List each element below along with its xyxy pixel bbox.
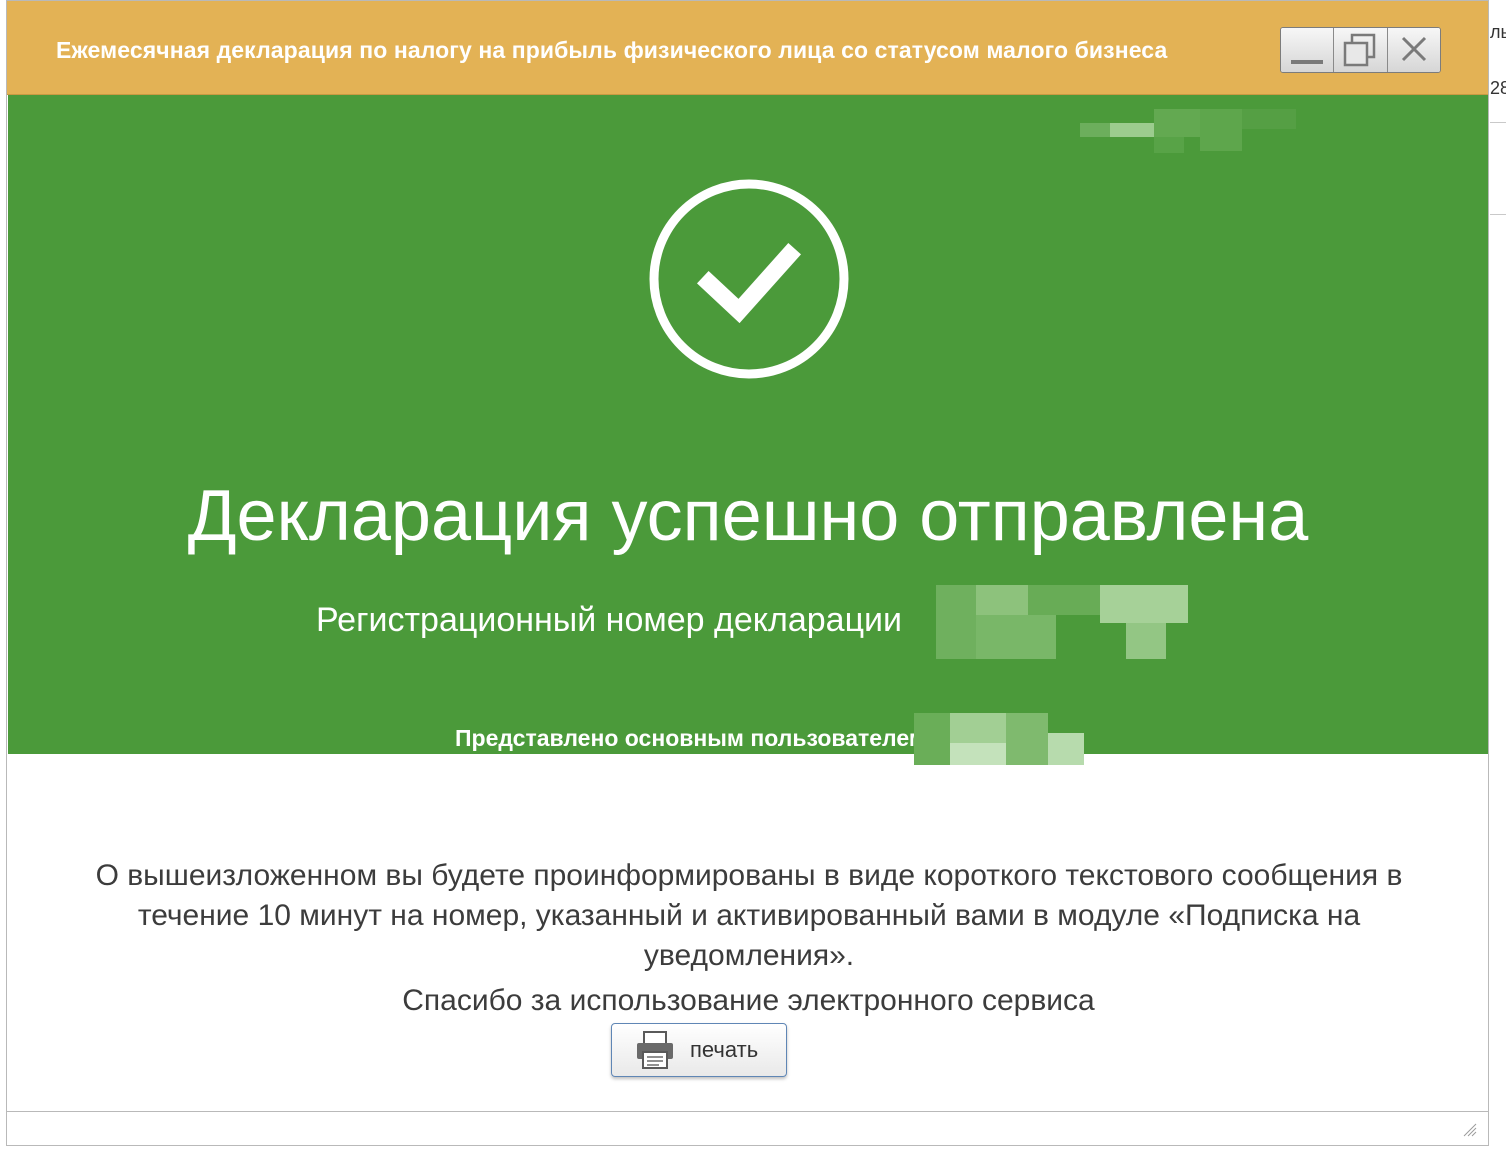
maximize-button[interactable] <box>1334 28 1388 72</box>
thanks-message: Спасибо за использование электронного се… <box>402 984 1095 1017</box>
success-panel: Декларация успешно отправлена Регистраци… <box>8 95 1488 765</box>
dialog-footer-divider <box>7 1111 1488 1112</box>
background-text-fragment: 28 <box>1490 78 1506 98</box>
close-icon <box>1401 36 1426 62</box>
redacted-area <box>1080 109 1296 169</box>
declaration-dialog: Ежемесячная декларация по налогу на приб… <box>6 0 1489 1146</box>
window-controls <box>1280 27 1441 73</box>
submitted-by-label: Представлено основным пользователем: <box>455 725 934 751</box>
success-heading: Декларация успешно отправлена <box>187 476 1309 556</box>
close-button[interactable] <box>1387 28 1440 72</box>
notification-message: О вышеизложенном вы будете проинформиров… <box>95 859 1403 972</box>
submitted-by-redacted <box>914 713 1084 765</box>
minimize-button[interactable] <box>1281 28 1335 72</box>
background-divider <box>1490 122 1506 123</box>
minimize-icon <box>1291 60 1324 64</box>
print-button-label: печать <box>690 1037 759 1062</box>
background-text-fragment: ль <box>1490 22 1506 42</box>
printer-icon <box>637 1031 673 1069</box>
registration-number-redacted <box>936 585 1188 659</box>
check-circle-icon <box>649 179 849 379</box>
maximize-icon <box>1344 33 1376 67</box>
dialog-titlebar[interactable]: Ежемесячная декларация по налогу на приб… <box>7 1 1488 95</box>
print-button[interactable]: печать <box>611 1023 787 1077</box>
resize-grip-icon[interactable] <box>1461 1121 1477 1137</box>
background-divider <box>1490 214 1506 215</box>
registration-number-label: Регистрационный номер декларации <box>316 601 903 639</box>
dialog-title: Ежемесячная декларация по налогу на приб… <box>56 37 1168 63</box>
